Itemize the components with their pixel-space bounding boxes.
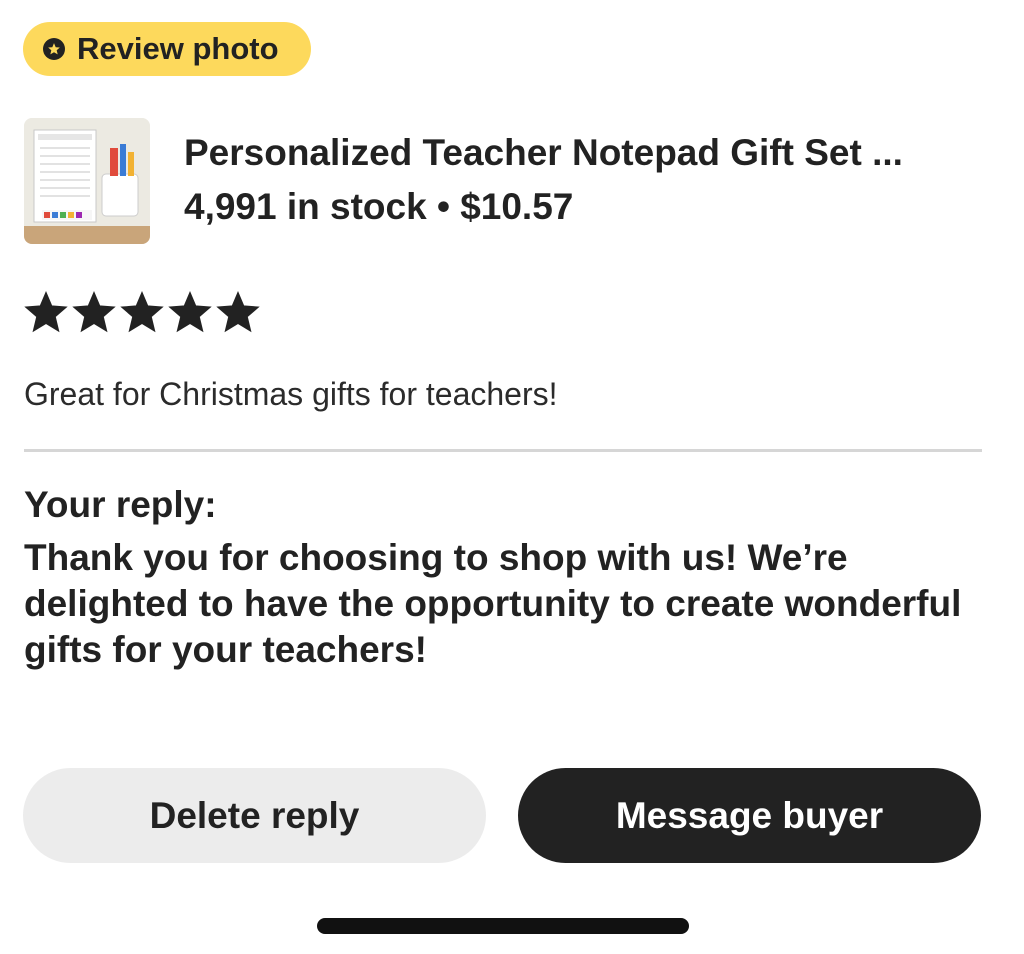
reply-label: Your reply: bbox=[24, 484, 217, 525]
star-filled-icon bbox=[72, 290, 116, 333]
review-text: Great for Christmas gifts for teachers! bbox=[24, 376, 558, 412]
delete-reply-button[interactable]: Delete reply bbox=[23, 768, 486, 863]
stock-and-price: 4,991 in stock • $10.57 bbox=[184, 186, 574, 227]
star-filled-icon bbox=[168, 290, 212, 333]
product-thumbnail[interactable] bbox=[24, 118, 150, 244]
product-title[interactable]: Personalized Teacher Notepad Gift Set ..… bbox=[184, 132, 984, 174]
divider bbox=[24, 449, 982, 452]
star-filled-icon bbox=[216, 290, 260, 333]
star-filled-icon bbox=[24, 290, 68, 333]
home-indicator[interactable] bbox=[317, 918, 689, 934]
star-rating bbox=[24, 290, 260, 334]
star-filled-icon bbox=[120, 290, 164, 333]
review-photo-badge[interactable]: Review photo bbox=[23, 22, 311, 76]
reply-text: Thank you for choosing to shop with us! … bbox=[24, 537, 962, 670]
message-buyer-button[interactable]: Message buyer bbox=[518, 768, 981, 863]
review-photo-label: Review photo bbox=[77, 31, 279, 66]
star-badge-icon bbox=[43, 38, 65, 60]
